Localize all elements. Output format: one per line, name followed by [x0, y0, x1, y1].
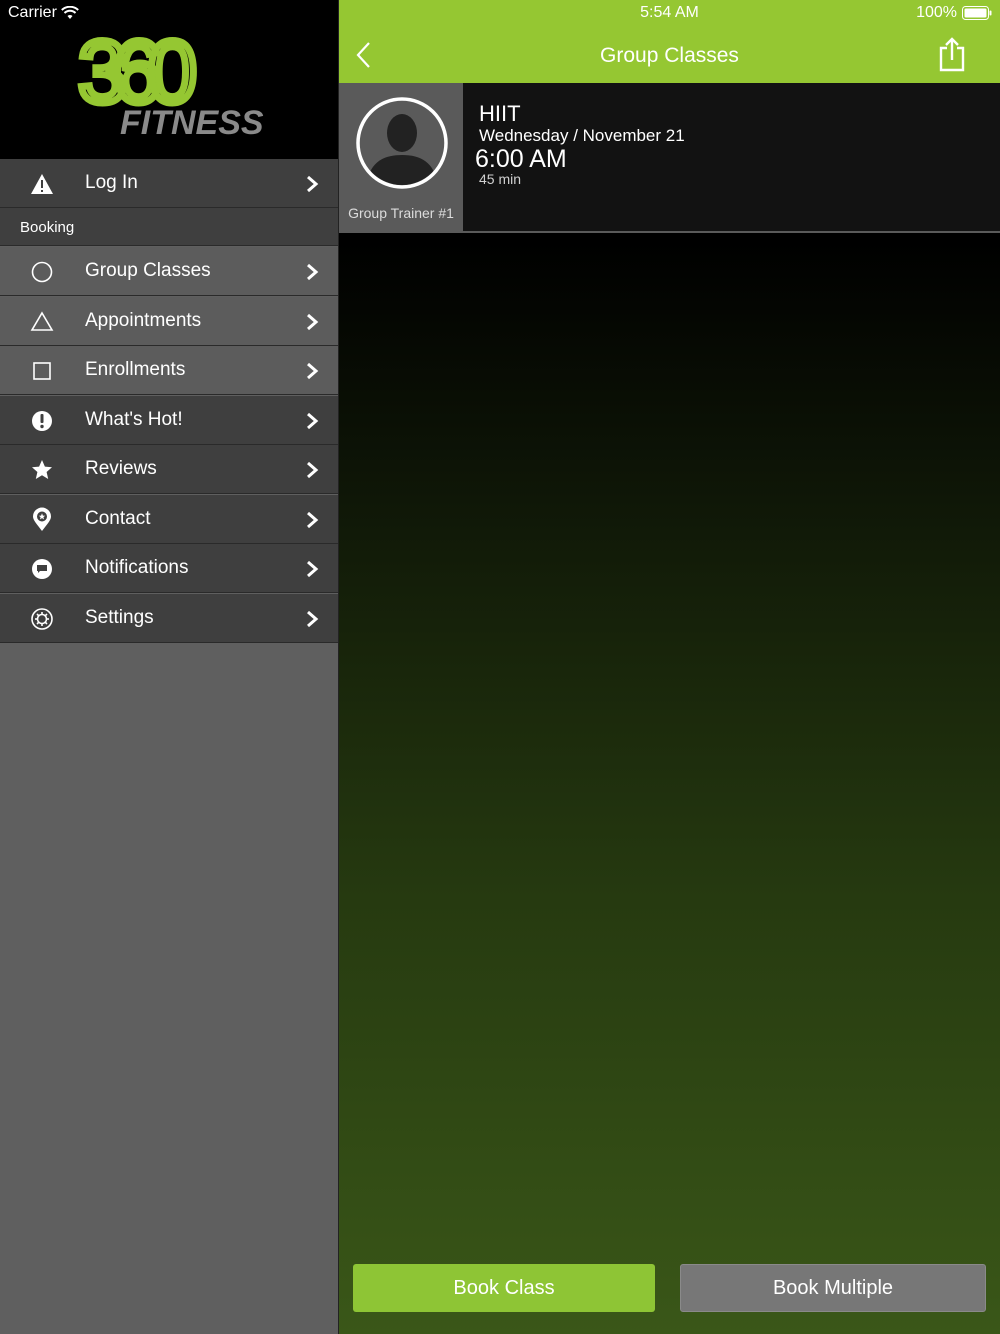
status-time: 5:54 AM	[640, 4, 699, 21]
sidebar-item-notifications[interactable]: Notifications	[0, 544, 338, 593]
chevron-right-icon	[307, 313, 319, 331]
sidebar-item-login[interactable]: Log In	[0, 159, 338, 208]
gear-icon	[29, 606, 55, 632]
sidebar-item-enrollments[interactable]: Enrollments	[0, 346, 338, 395]
sidebar-header: Carrier 360 FITNESS	[0, 0, 338, 159]
sidebar-item-settings[interactable]: Settings	[0, 594, 338, 643]
class-duration: 45 min	[479, 171, 522, 187]
section-header-booking: Booking	[0, 208, 338, 246]
sidebar-item-label: Notifications	[85, 557, 189, 578]
navigation-bar: 5:54 AM 100% Group Classes	[339, 0, 1000, 83]
class-name: HIIT	[479, 101, 521, 126]
sidebar-item-group-classes[interactable]: Group Classes	[0, 247, 338, 296]
class-date: Wednesday / November 21	[479, 126, 685, 145]
chevron-right-icon	[307, 263, 319, 281]
triangle-icon	[29, 309, 55, 335]
share-button[interactable]	[937, 36, 967, 72]
sidebar-item-label: What's Hot!	[85, 409, 183, 430]
main-panel: 5:54 AM 100% Group Classes Group Trainer…	[339, 0, 1000, 1334]
sidebar-item-label: Group Classes	[85, 260, 211, 281]
trainer-panel: Group Trainer #1	[339, 83, 463, 231]
logo-word: FITNESS	[120, 104, 264, 142]
sidebar-item-label: Settings	[85, 607, 154, 628]
avatar	[356, 97, 448, 189]
chevron-right-icon	[307, 175, 319, 193]
sidebar-item-label: Reviews	[85, 458, 157, 479]
sidebar-item-reviews[interactable]: Reviews	[0, 445, 338, 494]
warning-icon	[29, 171, 55, 197]
chevron-right-icon	[307, 461, 319, 479]
chevron-right-icon	[307, 511, 319, 529]
chevron-right-icon	[307, 610, 319, 628]
sidebar-item-label: Appointments	[85, 310, 202, 331]
sidebar-item-label: Contact	[85, 508, 151, 529]
brand-logo: 360 FITNESS	[76, 22, 264, 142]
book-multiple-button[interactable]: Book Multiple	[680, 1264, 986, 1312]
location-pin-icon	[29, 507, 55, 533]
trainer-name: Group Trainer #1	[348, 205, 454, 221]
battery-indicator: 100%	[916, 4, 992, 22]
chevron-right-icon	[307, 362, 319, 380]
book-class-button[interactable]: Book Class	[353, 1264, 655, 1312]
sidebar-item-contact[interactable]: Contact	[0, 495, 338, 544]
sidebar-item-appointments[interactable]: Appointments	[0, 297, 338, 346]
wifi-icon	[61, 6, 79, 19]
sidebar-item-whats-hot[interactable]: What's Hot!	[0, 396, 338, 445]
battery-icon	[962, 6, 992, 20]
carrier-indicator: Carrier	[8, 4, 79, 22]
carrier-label: Carrier	[8, 4, 57, 21]
exclamation-icon	[29, 408, 55, 434]
circle-icon	[29, 259, 55, 285]
sidebar: Carrier 360 FITNESS Log In Booking Group…	[0, 0, 338, 1334]
chevron-right-icon	[307, 412, 319, 430]
square-icon	[29, 358, 55, 384]
class-time: 6:00 AM	[475, 145, 567, 173]
page-title: Group Classes	[600, 44, 739, 67]
chevron-right-icon	[307, 560, 319, 578]
sidebar-item-label: Log In	[85, 172, 138, 193]
class-card[interactable]: Group Trainer #1 HIIT Wednesday / Novemb…	[339, 83, 1000, 233]
chat-bubble-icon	[29, 556, 55, 582]
battery-percent: 100%	[916, 4, 957, 21]
section-header-label: Booking	[20, 219, 75, 236]
sidebar-item-label: Enrollments	[85, 359, 186, 380]
star-icon	[29, 457, 55, 483]
